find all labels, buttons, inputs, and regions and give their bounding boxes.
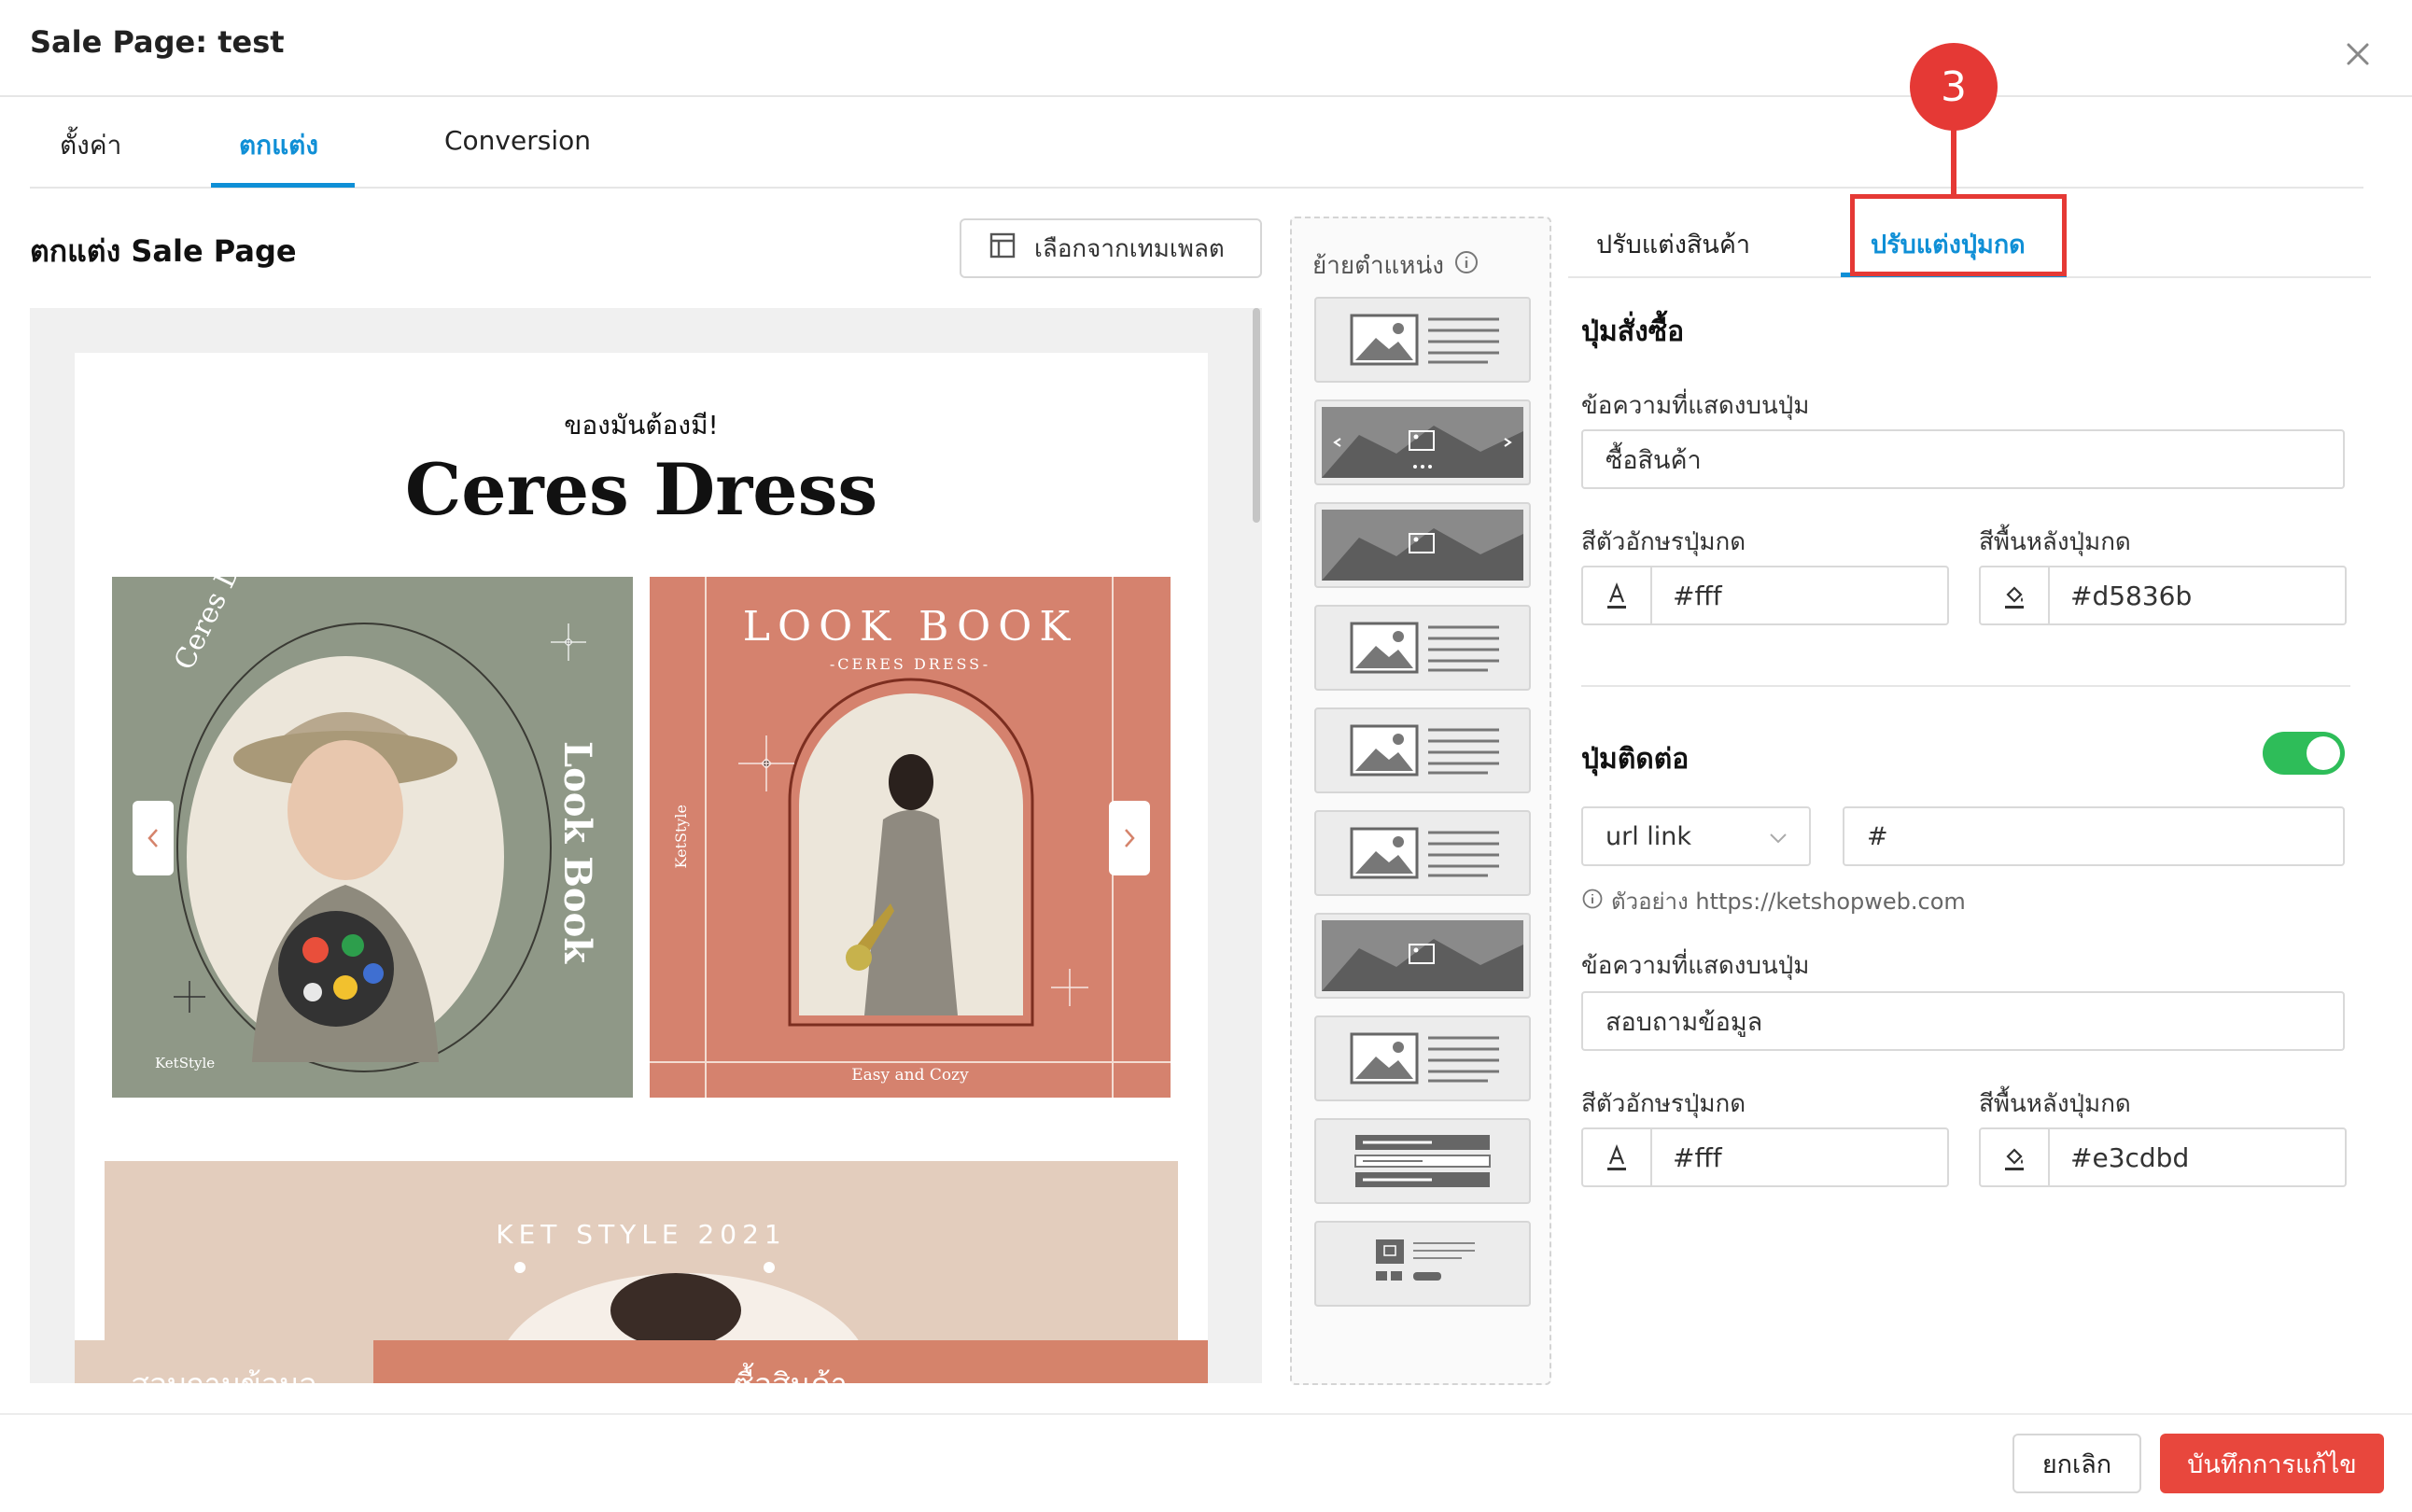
cancel-button[interactable]: ยกเลิก <box>2012 1434 2141 1493</box>
block-thumb-banner[interactable] <box>1314 502 1531 588</box>
callout-connector <box>1951 125 1956 196</box>
buy-text-label: ข้อความที่แสดงบนปุ่ม <box>1581 392 1810 420</box>
contact-bg-color-label: สีพื้นหลังปุ่มกด <box>1979 1090 2131 1118</box>
block-thumb-image-text[interactable] <box>1314 297 1531 383</box>
chevron-left-icon <box>147 829 158 847</box>
contact-text-input[interactable]: สอบถามข้อมูล <box>1581 991 2345 1051</box>
block-thumb-slider[interactable] <box>1314 399 1531 485</box>
link-hint: ตัวอย่าง https://ketshopweb.com <box>1581 883 1966 919</box>
tab-conversion[interactable]: Conversion <box>444 125 591 156</box>
link-hint-text: ตัวอย่าง https://ketshopweb.com <box>1611 889 1966 915</box>
fill-color-icon[interactable] <box>1981 567 2050 623</box>
fill-color-icon[interactable] <box>1981 1129 2050 1185</box>
preview-scrollbar[interactable] <box>1253 308 1260 523</box>
buy-bg-color-value[interactable]: #d5836b <box>2050 567 2345 623</box>
contact-button-toggle[interactable] <box>2263 732 2345 775</box>
callout-step-badge: 3 <box>1910 43 1998 131</box>
block-thumb-image-text[interactable] <box>1314 810 1531 896</box>
block-thumb-image-text[interactable] <box>1314 1015 1531 1101</box>
section-title: ตกแต่ง Sale Page <box>30 233 297 269</box>
contact-bg-color-field[interactable]: #e3cdbd <box>1979 1127 2347 1187</box>
chevron-down-icon <box>1768 822 1788 851</box>
buy-text-input[interactable]: ซื้อสินค้า <box>1581 429 2345 489</box>
preview-sticky-bar: สอบถามข้อมูล ซื้อสินค้า <box>75 1340 1208 1383</box>
contact-button-heading: ปุ่มติดต่อ <box>1581 743 1690 776</box>
settings-divider <box>1581 685 2350 687</box>
link-type-value: url link <box>1606 821 1692 851</box>
save-button[interactable]: บันทึกการแก้ไข <box>2160 1434 2384 1493</box>
block-thumb-image-text[interactable] <box>1314 707 1531 793</box>
buy-bg-color-label: สีพื้นหลังปุ่มกด <box>1979 528 2131 556</box>
link-url-input[interactable]: # <box>1843 806 2345 866</box>
block-reorder-panel: ย้ายตำแหน่ง <box>1290 217 1551 1385</box>
chevron-right-icon <box>1125 829 1135 847</box>
contact-text-color-value[interactable]: #fff <box>1652 1129 1947 1185</box>
contact-text-label: ข้อความที่แสดงบนปุ่ม <box>1581 952 1810 980</box>
preview-page: ของมันต้องมี! Ceres Dress Ceres Dress Lo… <box>75 353 1208 1383</box>
tab-product-customize[interactable]: ปรับแต่งสินค้า <box>1596 224 1750 264</box>
info-icon <box>1581 888 1604 916</box>
contact-bg-color-value[interactable]: #e3cdbd <box>2050 1129 2345 1185</box>
banner-text: KET STYLE 2021 <box>496 1219 787 1250</box>
info-icon <box>1453 249 1479 282</box>
sale-page-preview[interactable]: ของมันต้องมี! Ceres Dress Ceres Dress Lo… <box>30 308 1262 1383</box>
close-icon[interactable] <box>2330 28 2386 80</box>
reorder-title: ย้ายตำแหน่ง <box>1312 246 1479 285</box>
dialog-title: Sale Page: test <box>30 24 285 60</box>
product-kicker: ของมันต้องมี! <box>564 410 719 441</box>
buy-button-heading: ปุ่มสั่งซื้อ <box>1581 315 1685 348</box>
lookbook-image-2: LOOK BOOK -CERES DRESS- KetStyle Easy an… <box>650 577 1171 1098</box>
block-thumb-banner[interactable] <box>1314 913 1531 999</box>
preview-contact-button[interactable]: สอบถามข้อมูล <box>75 1340 373 1383</box>
buy-text-color-field[interactable]: #fff <box>1581 566 1949 625</box>
slide-side-text: Look Book <box>555 741 599 964</box>
slide-side-brand: KetStyle <box>672 805 690 869</box>
buy-bg-color-field[interactable]: #d5836b <box>1979 566 2347 625</box>
link-type-select[interactable]: url link <box>1581 806 1811 866</box>
lookbook-image-1: Ceres Dress Look Book KetStyle <box>112 577 633 1098</box>
slider-prev-button[interactable] <box>133 801 174 875</box>
toggle-knob <box>2307 736 2340 770</box>
text-color-icon[interactable] <box>1583 567 1652 623</box>
template-icon <box>989 232 1016 265</box>
text-color-icon[interactable] <box>1583 1129 1652 1185</box>
buy-text-color-value[interactable]: #fff <box>1652 567 1947 623</box>
preview-buy-button[interactable]: ซื้อสินค้า <box>373 1340 1208 1383</box>
product-title: Ceres Dress <box>404 448 878 531</box>
slide-heading: LOOK BOOK <box>742 603 1078 651</box>
slide-subheading: -CERES DRESS- <box>829 655 991 673</box>
tabs-divider <box>30 187 2363 189</box>
tab-decorate[interactable]: ตกแต่ง <box>239 125 318 166</box>
choose-template-button[interactable]: เลือกจากเทมเพลต <box>960 218 1262 278</box>
contact-text-color-label: สีตัวอักษรปุ่มกด <box>1581 1090 1746 1118</box>
dialog-header <box>0 0 2412 97</box>
tab-settings[interactable]: ตั้งค่า <box>60 125 121 166</box>
slider-next-button[interactable] <box>1109 801 1150 875</box>
buy-text-color-label: สีตัวอักษรปุ่มกด <box>1581 528 1746 556</box>
callout-highlight <box>1850 194 2067 276</box>
active-tab-indicator <box>211 183 355 188</box>
block-thumb-text-list[interactable] <box>1314 1118 1531 1204</box>
reorder-title-text: ย้ายตำแหน่ง <box>1312 252 1444 280</box>
template-button-label: เลือกจากเทมเพลต <box>1034 234 1225 263</box>
block-thumb-image-text[interactable] <box>1314 605 1531 691</box>
contact-text-color-field[interactable]: #fff <box>1581 1127 1949 1187</box>
block-thumb-product-card[interactable] <box>1314 1221 1531 1307</box>
slide-brand: KetStyle <box>155 1055 216 1071</box>
footer-divider <box>0 1413 2412 1415</box>
slide-footer-text: Easy and Cozy <box>851 1066 969 1085</box>
